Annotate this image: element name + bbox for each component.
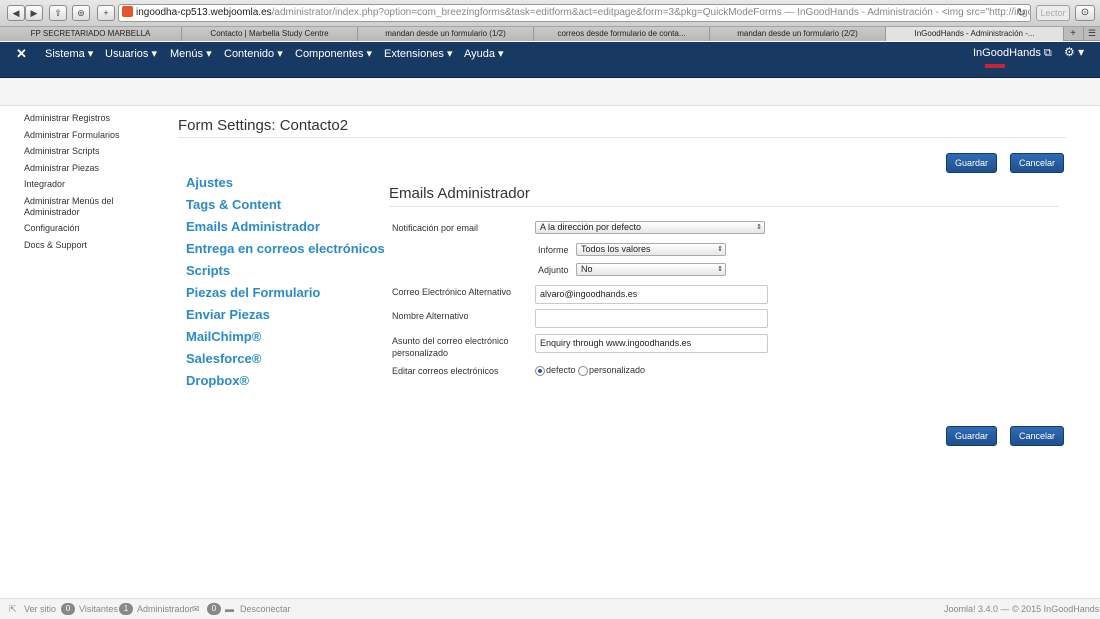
settings-nav-entrega[interactable]: Entrega en correos electrónicos	[186, 240, 385, 257]
sidebar-item-piezas[interactable]: Administrar Piezas	[24, 163, 154, 174]
subject-label: Asunto del correo electrónico personaliz…	[392, 336, 509, 358]
reload-icon[interactable]: ↻	[1017, 5, 1026, 21]
site-link[interactable]: InGoodHands ⧉	[973, 47, 1052, 60]
notification-select[interactable]: A la dirección por defecto ⇕	[535, 221, 765, 234]
sidebar-item-configuracion[interactable]: Configuración	[24, 223, 154, 234]
browser-tab[interactable]: mandan desde un formulario (1/2)	[358, 27, 534, 41]
browser-toolbar: ◀ ▶ ⇪ ⊚ + ingoodha-cp513.webjoomla.es/ad…	[0, 0, 1100, 27]
select-arrow-icon: ⇕	[717, 266, 723, 273]
tab-list-icon[interactable]: ☰	[1083, 27, 1100, 41]
edit-default-label: defecto	[546, 365, 576, 375]
logout-link[interactable]: Desconectar	[240, 604, 291, 614]
divider	[178, 137, 1066, 138]
sidebar-item-scripts[interactable]: Administrar Scripts	[24, 146, 154, 157]
report-select[interactable]: Todos los valores ⇕	[576, 243, 726, 256]
external-link-icon: ⇱	[9, 604, 17, 614]
edit-custom-label: personalizado	[589, 365, 646, 375]
settings-nav-ajustes[interactable]: Ajustes	[186, 174, 385, 191]
subhead-banner	[0, 64, 1100, 78]
history-icon[interactable]: ⊚	[72, 5, 90, 21]
settings-nav-dropbox[interactable]: Dropbox®	[186, 372, 385, 389]
menu-sistema[interactable]: Sistema ▾	[45, 47, 93, 60]
edit-custom-radio[interactable]	[578, 366, 588, 376]
section-title: Emails Administrador	[389, 185, 530, 202]
attachment-label: Adjunto	[538, 265, 569, 275]
menu-usuarios[interactable]: Usuarios ▾	[105, 47, 157, 60]
visitors-badge: 0	[61, 603, 75, 615]
gear-icon[interactable]: ⚙ ▾	[1064, 45, 1084, 59]
settings-nav-tags[interactable]: Tags & Content	[186, 196, 385, 213]
logout-icon: ▬	[225, 604, 234, 614]
divider	[389, 206, 1059, 207]
alt-name-field[interactable]	[535, 309, 768, 328]
menu-ayuda[interactable]: Ayuda ▾	[464, 47, 504, 60]
attachment-value: No	[581, 264, 593, 274]
settings-nav-salesforce[interactable]: Salesforce®	[186, 350, 385, 367]
footer-credits: Joomla! 3.4.0 — © 2015 InGoodHands	[944, 604, 1100, 614]
reader-button[interactable]: Lector	[1036, 5, 1070, 21]
menu-menus[interactable]: Menús ▾	[170, 47, 212, 60]
alt-name-label: Nombre Alternativo	[392, 311, 469, 321]
notification-value: A la dirección por defecto	[540, 222, 642, 232]
status-bar: ⇱ Ver sitio 0 Visitantes 1 Administrador…	[0, 598, 1100, 619]
subject-field[interactable]: Enquiry through www.ingoodhands.es	[535, 334, 768, 353]
sidebar-item-formularios[interactable]: Administrar Formularios	[24, 130, 154, 141]
browser-tab[interactable]: FP SECRETARIADO MARBELLA	[0, 27, 182, 41]
report-value: Todos los valores	[581, 244, 651, 254]
menu-componentes[interactable]: Componentes ▾	[295, 47, 372, 60]
toolbar-area	[0, 78, 1100, 106]
messages-badge: 0	[207, 603, 221, 615]
edit-emails-label: Editar correos electrónicos	[392, 366, 499, 376]
back-button[interactable]: ◀	[7, 5, 25, 21]
mail-icon: ✉	[192, 604, 200, 614]
settings-nav-enviar[interactable]: Enviar Piezas	[186, 306, 385, 323]
settings-nav-scripts[interactable]: Scripts	[186, 262, 385, 279]
downloads-icon[interactable]: ⊙	[1075, 5, 1095, 21]
alt-email-label: Correo Electrónico Alternativo	[392, 287, 512, 297]
sidebar-item-docs[interactable]: Docs & Support	[24, 240, 154, 251]
report-label: Informe	[538, 245, 569, 255]
attachment-select[interactable]: No ⇕	[576, 263, 726, 276]
menu-extensiones[interactable]: Extensiones ▾	[384, 47, 453, 60]
admin-label: Administrador	[137, 604, 193, 614]
visitors-label: Visitantes	[79, 604, 118, 614]
brand-mark	[985, 64, 1005, 68]
cancel-button[interactable]: Cancelar	[1010, 153, 1064, 173]
settings-nav-emails-admin[interactable]: Emails Administrador	[186, 218, 385, 235]
settings-nav: Ajustes Tags & Content Emails Administra…	[186, 174, 385, 394]
browser-tab-active[interactable]: InGoodHands - Administración -...	[886, 27, 1064, 41]
url-host: ingoodha-cp513.webjoomla.es	[136, 7, 272, 18]
save-button[interactable]: Guardar	[946, 426, 997, 446]
save-button[interactable]: Guardar	[946, 153, 997, 173]
notification-label: Notificación por email	[392, 223, 479, 233]
share-icon[interactable]: ⇪	[49, 5, 67, 21]
url-path: /administrator/index.php?option=com_bree…	[271, 7, 1031, 18]
tab-bar: FP SECRETARIADO MARBELLA Contacto | Marb…	[0, 27, 1100, 41]
sidebar-item-integrador[interactable]: Integrador	[24, 179, 154, 190]
admin-navbar: ✕ Sistema ▾ Usuarios ▾ Menús ▾ Contenido…	[0, 42, 1100, 64]
add-bookmark-button[interactable]: +	[97, 5, 115, 21]
menu-contenido[interactable]: Contenido ▾	[224, 47, 283, 60]
component-sidebar: Administrar Registros Administrar Formul…	[24, 113, 154, 256]
forward-button[interactable]: ▶	[25, 5, 43, 21]
alt-email-field[interactable]: alvaro@ingoodhands.es	[535, 285, 768, 304]
select-arrow-icon: ⇕	[717, 246, 723, 253]
admin-badge: 1	[119, 603, 133, 615]
select-arrow-icon: ⇕	[756, 224, 762, 231]
new-tab-button[interactable]: +	[1064, 27, 1082, 41]
view-site-link[interactable]: Ver sitio	[24, 604, 56, 614]
browser-tab[interactable]: correos desde formulario de conta...	[534, 27, 710, 41]
address-bar[interactable]: ingoodha-cp513.webjoomla.es/administrato…	[118, 4, 1031, 22]
settings-nav-piezas[interactable]: Piezas del Formulario	[186, 284, 385, 301]
joomla-logo-icon[interactable]: ✕	[16, 46, 27, 62]
browser-tab[interactable]: mandan desde un formulario (2/2)	[710, 27, 886, 41]
sidebar-item-registros[interactable]: Administrar Registros	[24, 113, 154, 124]
edit-default-radio[interactable]	[535, 366, 545, 376]
joomla-favicon-icon	[122, 6, 133, 17]
sidebar-item-menus[interactable]: Administrar Menús del Administrador	[24, 196, 154, 218]
browser-tab[interactable]: Contacto | Marbella Study Centre	[182, 27, 358, 41]
settings-nav-mailchimp[interactable]: MailChimp®	[186, 328, 385, 345]
cancel-button[interactable]: Cancelar	[1010, 426, 1064, 446]
page-title: Form Settings: Contacto2	[178, 117, 349, 134]
